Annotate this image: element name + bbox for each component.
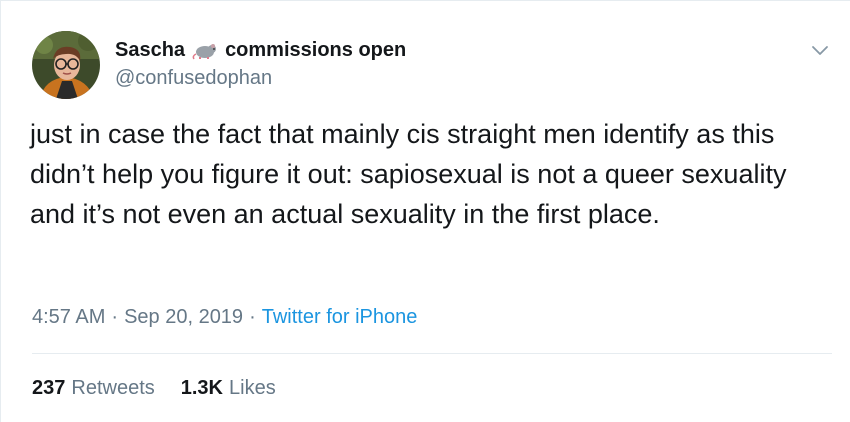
user-handle[interactable]: @confusedophan <box>115 67 272 90</box>
avatar[interactable] <box>32 31 100 99</box>
tweet-stats: 237 Retweets 1.3K Likes <box>32 377 276 400</box>
meta-separator: · <box>111 306 119 328</box>
tweet-source-link[interactable]: Twitter for iPhone <box>262 306 418 328</box>
tweet-date[interactable]: Sep 20, 2019 <box>124 306 243 328</box>
divider <box>32 353 832 354</box>
retweets-count: 237 <box>32 377 66 399</box>
author-name-row[interactable]: Sascha commissions open <box>115 39 406 62</box>
tweet-text: just in case the fact that mainly cis st… <box>30 119 787 229</box>
likes-stat[interactable]: 1.3K Likes <box>181 377 276 400</box>
display-name[interactable]: Sascha <box>115 39 185 62</box>
rat-icon <box>192 42 218 60</box>
name-suffix: commissions open <box>225 39 407 61</box>
tweet-card: Sascha commissions open @confusedophan j… <box>0 0 850 422</box>
tweet-time[interactable]: 4:57 AM <box>32 306 105 328</box>
retweets-stat[interactable]: 237 Retweets <box>32 377 155 400</box>
likes-count: 1.3K <box>180 377 223 399</box>
tweet-meta: 4:57 AM · Sep 20, 2019 · Twitter for iPhone <box>32 306 417 329</box>
likes-label: Likes <box>229 377 276 399</box>
retweets-label: Retweets <box>71 377 155 399</box>
meta-separator: · <box>249 306 256 328</box>
chevron-down-icon[interactable] <box>809 39 831 61</box>
